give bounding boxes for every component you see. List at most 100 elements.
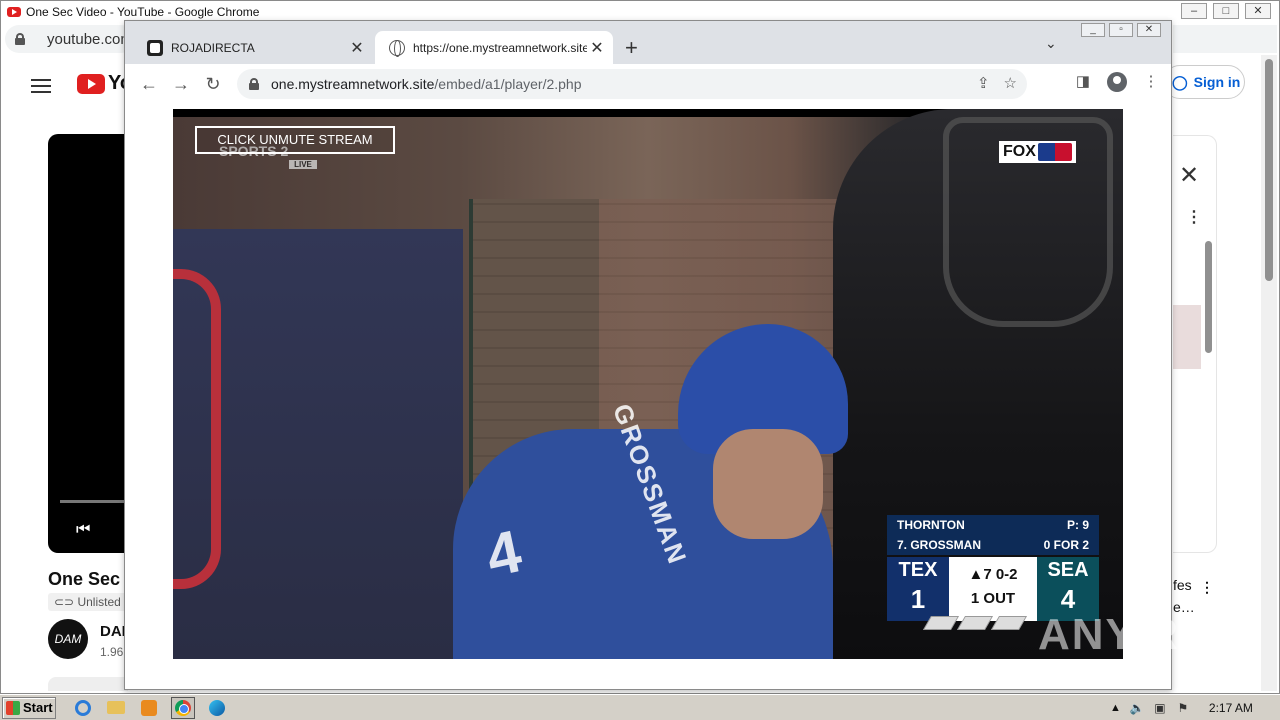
sign-in-label: Sign in: [1193, 74, 1241, 90]
unlisted-label: Unlisted: [77, 595, 121, 609]
link-icon: ⊂⊃: [54, 595, 78, 609]
recommendation-more-icon[interactable]: ⋮: [1200, 579, 1214, 596]
background-address-bar[interactable]: youtube.com: [5, 25, 135, 53]
sign-in-button[interactable]: ◯ Sign in: [1163, 65, 1245, 99]
previous-icon[interactable]: ⏮: [76, 521, 90, 539]
url-path: /embed/a1/player/2.php: [434, 76, 582, 92]
close-button[interactable]: ✕: [1245, 3, 1271, 19]
hamburger-menu-icon[interactable]: [31, 75, 51, 97]
pitcher-row: THORNTON P: 9: [887, 515, 1099, 535]
tab-title: ROJADIRECTA: [171, 40, 255, 55]
close-icon[interactable]: ✕: [1179, 161, 1199, 190]
foreground-window-controls: _ ▫ ✕: [1081, 23, 1161, 37]
video-red-logo: [173, 269, 221, 589]
chrome-taskbar-icon[interactable]: [171, 696, 195, 719]
address-bar[interactable]: one.mystreamnetwork.site/embed/a1/player…: [237, 69, 1027, 99]
tab-strip: ROJADIRECTA ✕ https://one.mystreamnetwor…: [125, 21, 1171, 64]
internet-explorer-icon[interactable]: [72, 698, 94, 718]
foreground-chrome-window: ROJADIRECTA ✕ https://one.mystreamnetwor…: [124, 20, 1172, 690]
pitch-count: P: 9: [1066, 518, 1089, 532]
fox-mlb-logo: FOX: [999, 141, 1076, 163]
start-button[interactable]: Start: [2, 696, 56, 719]
edge-icon[interactable]: [206, 698, 228, 718]
youtube-play-icon: [77, 73, 105, 94]
youtube-favicon-icon: [7, 7, 21, 17]
clock[interactable]: 2:17 AM: [1209, 701, 1253, 715]
side-panel-scrollbar[interactable]: [1205, 241, 1212, 353]
base-third: [922, 616, 960, 630]
video-progress-bar[interactable]: [60, 500, 128, 503]
browser-toolbar: ← → ↻ one.mystreamnetwork.site/embed/a1/…: [125, 64, 1171, 104]
toolbar-right-actions: ◨ ⋮: [1073, 72, 1161, 92]
tab-title: https://one.mystreamnetwork.site/e: [413, 40, 587, 55]
close-button[interactable]: ✕: [1137, 23, 1161, 37]
tray-expand-icon[interactable]: ▲: [1110, 702, 1121, 714]
tab-stream[interactable]: https://one.mystreamnetwork.site/e ✕: [375, 31, 613, 64]
base-second: [956, 616, 994, 630]
chrome-menu-icon[interactable]: ⋮: [1141, 72, 1161, 92]
tab-rojadirecta[interactable]: ROJADIRECTA ✕: [133, 31, 373, 64]
minimize-button[interactable]: –: [1181, 3, 1207, 19]
youtube-video-player[interactable]: ⏮: [48, 134, 128, 553]
batter-stats: 0 FOR 2: [1043, 538, 1089, 552]
page-scrollbar-thumb[interactable]: [1265, 59, 1273, 281]
background-url: youtube.com: [47, 30, 133, 48]
mlb-logo-icon: [1037, 143, 1072, 161]
url-host: one.mystreamnetwork.site: [271, 76, 435, 92]
unmute-stream-button[interactable]: CLICK UNMUTE STREAM: [195, 126, 395, 154]
restore-button[interactable]: ▫: [1109, 23, 1133, 37]
game-status: ▲7 0-2 1 OUT: [949, 557, 1037, 621]
minimize-button[interactable]: _: [1081, 23, 1105, 37]
start-label: Start: [23, 700, 53, 715]
action-center-flag-icon[interactable]: ⚑: [1176, 701, 1190, 715]
new-tab-plus-icon[interactable]: +: [625, 35, 638, 61]
base-first: [990, 616, 1028, 630]
bases-indicator: [922, 616, 1028, 630]
tab-search-chevron-icon[interactable]: ⌄: [1045, 35, 1057, 52]
volume-icon[interactable]: 🔈: [1130, 701, 1145, 715]
forward-arrow-icon[interactable]: →: [169, 72, 193, 96]
inning-count: ▲7 0-2: [968, 566, 1018, 583]
background-toolbar-right: [1173, 25, 1277, 53]
outs: 1 OUT: [970, 590, 1016, 607]
batter-row: 7. GROSSMAN 0 FOR 2: [887, 535, 1099, 555]
home-team-abbr: SEA: [1047, 559, 1089, 581]
reload-icon[interactable]: ↻: [201, 72, 225, 96]
lock-icon: [15, 33, 25, 45]
tab-close-icon[interactable]: ✕: [347, 38, 367, 58]
away-team-abbr: TEX: [898, 559, 938, 581]
pitcher-name: THORNTON: [897, 518, 965, 532]
video-batter-face: [713, 429, 823, 539]
background-window-title: One Sec Video - YouTube - Google Chrome: [26, 5, 260, 19]
channel-avatar[interactable]: DAM: [48, 619, 88, 659]
network-icon[interactable]: ▣: [1153, 701, 1167, 715]
file-explorer-icon[interactable]: [105, 698, 127, 718]
side-panel-icon[interactable]: ◨: [1073, 72, 1093, 92]
video-title: One Sec: [48, 569, 121, 589]
tab-close-icon[interactable]: ✕: [587, 38, 607, 58]
lock-icon[interactable]: [249, 78, 259, 90]
side-panel-thumbnail[interactable]: [1173, 305, 1201, 369]
recommendation-title[interactable]: fes: [1173, 577, 1192, 593]
back-arrow-icon[interactable]: ←: [137, 72, 161, 96]
media-player-icon[interactable]: [138, 698, 160, 718]
action-pill[interactable]: [48, 677, 128, 691]
profile-icon[interactable]: [1107, 72, 1127, 92]
batter-name: 7. GROSSMAN: [897, 538, 982, 552]
share-icon[interactable]: ⇪: [977, 74, 990, 92]
taskbar: Start ▲ 🔈 ▣ ⚑ 2:17 AM: [0, 694, 1280, 720]
account-icon: ◯: [1172, 73, 1188, 90]
away-team: TEX 1: [887, 557, 949, 621]
globe-icon: [389, 39, 405, 57]
maximize-button[interactable]: □: [1213, 3, 1239, 19]
page-scrollbar[interactable]: [1261, 55, 1277, 691]
away-team-score: 1: [910, 584, 926, 614]
subscriber-count: 1.96: [100, 645, 124, 659]
more-options-icon[interactable]: ⋮: [1186, 207, 1202, 227]
bookmark-star-icon[interactable]: ☆: [1004, 74, 1017, 92]
broadcaster-name: FOX: [1003, 143, 1036, 160]
channel-live-badge: LIVE: [289, 160, 317, 169]
channel-name[interactable]: DAI: [100, 623, 126, 640]
embedded-video-player[interactable]: GROSSMAN 4 SPORTS 2 LIVE CLICK UNMUTE ST…: [173, 109, 1123, 659]
background-window-controls: – □ ✕: [1181, 3, 1271, 19]
